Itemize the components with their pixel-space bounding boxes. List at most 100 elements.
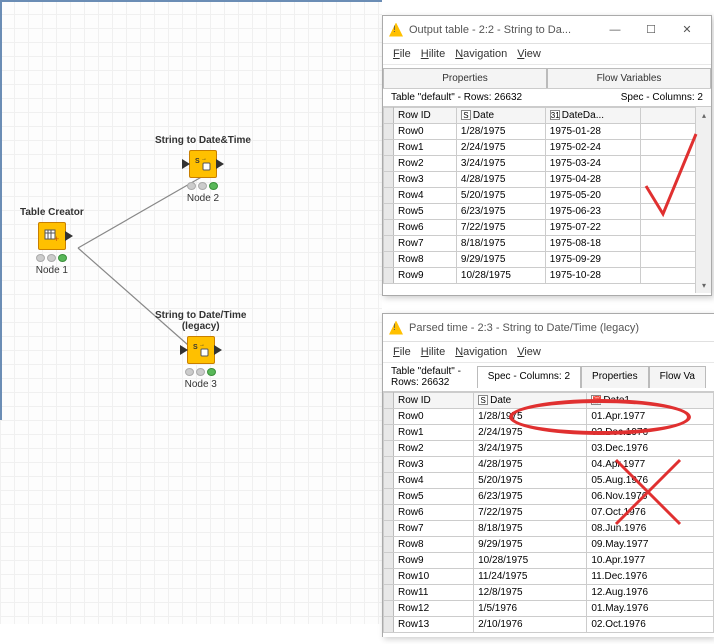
menu-hilite[interactable]: Hilite [421,346,445,358]
workflow-canvas[interactable]: Table Creator + Node 1 String to Date&Ti… [0,0,382,624]
table-row[interactable]: Row34/28/197504.Apr.1977 [384,457,714,473]
col-rowid[interactable]: Row ID [394,108,457,124]
cell[interactable]: 10/28/1975 [456,268,545,284]
cell[interactable]: Row7 [394,236,457,252]
col-dateda[interactable]: 31DateDa... [545,108,640,124]
row-handle[interactable] [384,188,394,204]
cell[interactable]: Row10 [394,569,474,585]
cell[interactable]: Row1 [394,425,474,441]
row-handle[interactable] [384,236,394,252]
table-row[interactable]: Row12/24/19751975-02-24 [384,140,711,156]
cell[interactable]: 1975-02-24 [545,140,640,156]
menu-navigation[interactable]: Navigation [455,346,507,358]
cell[interactable]: 02.Oct.1976 [587,617,714,633]
cell[interactable]: Row5 [394,489,474,505]
table-row[interactable]: Row23/24/197503.Dec.1976 [384,441,714,457]
menu-hilite[interactable]: Hilite [421,48,445,60]
cell[interactable]: 07.Oct.1976 [587,505,714,521]
row-handle[interactable] [384,441,394,457]
cell[interactable]: 4/28/1975 [456,172,545,188]
tab-flow-variables[interactable]: Flow Variables [547,68,711,88]
node-table-creator[interactable]: Table Creator + Node 1 [20,207,84,276]
cell[interactable]: Row12 [394,601,474,617]
cell[interactable]: 04.Apr.1977 [587,457,714,473]
data-table[interactable]: Row ID SDate 📅Date1 Row01/28/197501.Apr.… [383,392,714,633]
cell[interactable]: Row7 [394,521,474,537]
row-handle[interactable] [384,473,394,489]
cell[interactable]: 10/28/1975 [474,553,587,569]
table-row[interactable]: Row01/28/197501.Apr.1977 [384,409,714,425]
row-handle[interactable] [384,220,394,236]
table-container[interactable]: Row ID SDate 31DateDa... Row01/28/197519… [383,107,711,293]
cell[interactable]: 1975-05-20 [545,188,640,204]
row-handle[interactable] [384,601,394,617]
row-handle[interactable] [384,172,394,188]
table-row[interactable]: Row910/28/197510.Apr.1977 [384,553,714,569]
menu-view[interactable]: View [517,48,541,60]
cell[interactable]: 8/18/1975 [456,236,545,252]
spec-info[interactable]: Spec - Columns: 2 [621,92,703,103]
cell[interactable]: Row8 [394,252,457,268]
row-handle[interactable] [384,252,394,268]
in-port[interactable] [180,345,188,355]
cell[interactable]: 1975-06-23 [545,204,640,220]
cell[interactable]: Row6 [394,505,474,521]
cell[interactable]: Row11 [394,585,474,601]
cell[interactable]: Row4 [394,473,474,489]
row-handle[interactable] [384,409,394,425]
scroll-up-icon[interactable]: ▴ [696,107,711,123]
row-handle[interactable] [384,585,394,601]
window-output-table[interactable]: Output table - 2:2 - String to Da... — ☐… [382,15,712,296]
cell[interactable]: 1975-10-28 [545,268,640,284]
cell[interactable]: 9/29/1975 [456,252,545,268]
window-parsed-time[interactable]: Parsed time - 2:3 - String to Date/Time … [382,313,714,637]
cell[interactable]: 10.Apr.1977 [587,553,714,569]
row-handle[interactable] [384,156,394,172]
cell[interactable]: 05.Aug.1976 [587,473,714,489]
row-handle[interactable] [384,140,394,156]
cell[interactable]: 1975-09-29 [545,252,640,268]
row-handle[interactable] [384,521,394,537]
row-handle[interactable] [384,505,394,521]
cell[interactable]: 1975-08-18 [545,236,640,252]
row-handle[interactable] [384,617,394,633]
row-handle[interactable] [384,124,394,140]
menu-view[interactable]: View [517,346,541,358]
cell[interactable]: 09.May.1977 [587,537,714,553]
row-handle[interactable] [384,569,394,585]
cell[interactable]: 2/10/1976 [474,617,587,633]
table-row[interactable]: Row67/22/19751975-07-22 [384,220,711,236]
menubar[interactable]: File Hilite Navigation View [383,342,714,363]
row-handle[interactable] [384,553,394,569]
cell[interactable]: 1975-01-28 [545,124,640,140]
cell[interactable]: 01.May.1976 [587,601,714,617]
cell[interactable]: 1/5/1976 [474,601,587,617]
minimize-button[interactable]: — [597,19,633,41]
vertical-scrollbar[interactable]: ▴ ▾ [695,107,711,293]
menubar[interactable]: File Hilite Navigation View [383,44,711,65]
cell[interactable]: Row1 [394,140,457,156]
titlebar[interactable]: Output table - 2:2 - String to Da... — ☐… [383,16,711,44]
row-handle[interactable] [384,425,394,441]
cell[interactable]: 1975-04-28 [545,172,640,188]
scroll-down-icon[interactable]: ▾ [696,277,711,293]
titlebar[interactable]: Parsed time - 2:3 - String to Date/Time … [383,314,714,342]
table-row[interactable]: Row56/23/19751975-06-23 [384,204,711,220]
col-rowid[interactable]: Row ID [394,393,474,409]
cell[interactable]: 11.Dec.1976 [587,569,714,585]
cell[interactable]: Row9 [394,553,474,569]
cell[interactable]: 5/20/1975 [474,473,587,489]
cell[interactable]: Row8 [394,537,474,553]
cell[interactable]: 1/28/1975 [474,409,587,425]
cell[interactable]: Row0 [394,409,474,425]
cell[interactable]: Row0 [394,124,457,140]
cell[interactable]: 6/23/1975 [474,489,587,505]
row-handle[interactable] [384,268,394,284]
table-container[interactable]: Row ID SDate 📅Date1 Row01/28/197501.Apr.… [383,392,714,644]
table-row[interactable]: Row45/20/197505.Aug.1976 [384,473,714,489]
cell[interactable]: 03.Dec.1976 [587,441,714,457]
cell[interactable]: 1975-07-22 [545,220,640,236]
tab-spec[interactable]: Spec - Columns: 2 [477,366,581,388]
cell[interactable]: Row3 [394,457,474,473]
row-handle[interactable] [384,204,394,220]
